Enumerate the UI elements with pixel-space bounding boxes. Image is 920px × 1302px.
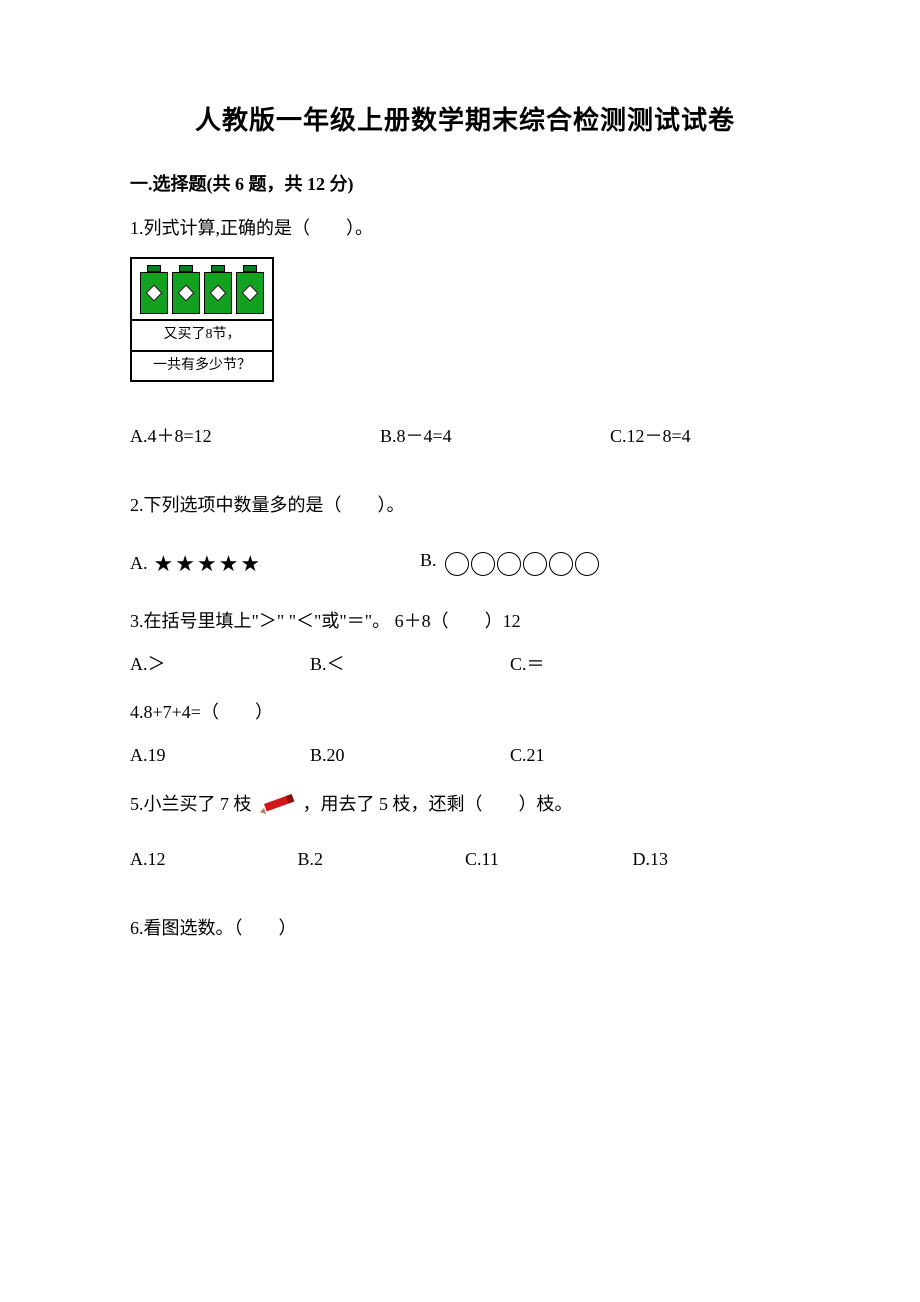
q4-options: A.19 B.20 C.21 <box>130 741 800 770</box>
q5-option-b: B.2 <box>298 845 466 874</box>
battery-icon <box>204 265 232 313</box>
circle-icon <box>523 552 547 576</box>
q2-option-a: A. ★★★★★ <box>130 546 420 581</box>
stars-icon: ★★★★★ <box>154 546 263 581</box>
q5-option-d: D.13 <box>633 845 801 874</box>
battery-row <box>132 259 272 321</box>
q4-option-c: C.21 <box>510 741 800 770</box>
q3-option-a: A.＞ <box>130 650 310 679</box>
circle-icon <box>497 552 521 576</box>
q5-option-c: C.11 <box>465 845 633 874</box>
circles-icon <box>445 552 599 576</box>
circle-icon <box>445 552 469 576</box>
q3-stem: 3.在括号里填上"＞" "＜"或"＝"。 6＋8（ ）12 <box>130 607 800 636</box>
circle-icon <box>575 552 599 576</box>
q5-stem-b: ，用去了 5 枝，还剩（ ）枝。 <box>303 794 573 814</box>
q1-options: A.4＋8=12 B.8－4=4 C.12－8=4 <box>130 422 800 451</box>
q1-figure: 又买了8节， 一共有多少节？ <box>130 257 274 382</box>
q5-options: A.12 B.2 C.11 D.13 <box>130 845 800 874</box>
q2-options: A. ★★★★★ B. <box>130 546 800 581</box>
q2-stem: 2.下列选项中数量多的是（ ）。 <box>130 491 800 520</box>
q4-option-b: B.20 <box>310 741 510 770</box>
q2-b-label: B. <box>420 546 437 575</box>
section-1-header: 一.选择题(共 6 题，共 12 分) <box>130 170 800 199</box>
exam-page: 人教版一年级上册数学期末综合检测测试试卷 一.选择题(共 6 题，共 12 分)… <box>0 0 920 1302</box>
circle-icon <box>549 552 573 576</box>
q6-stem: 6.看图选数。（ ） <box>130 914 800 943</box>
page-title: 人教版一年级上册数学期末综合检测测试试卷 <box>130 100 800 142</box>
q2-a-label: A. <box>130 549 148 578</box>
figure-caption-2: 一共有多少节？ <box>132 352 272 380</box>
circle-icon <box>471 552 495 576</box>
pencil-icon <box>256 794 298 816</box>
q4-option-a: A.19 <box>130 741 310 770</box>
battery-icon <box>140 265 168 313</box>
q3-option-b: B.＜ <box>310 650 510 679</box>
battery-icon <box>236 265 264 313</box>
q5-stem-a: 5.小兰买了 7 枝 <box>130 794 256 814</box>
q1-option-c: C.12－8=4 <box>610 422 800 451</box>
battery-icon <box>172 265 200 313</box>
q5-option-a: A.12 <box>130 845 298 874</box>
q5-stem: 5.小兰买了 7 枝 ，用去了 5 枝，还剩（ ）枝。 <box>130 790 800 819</box>
figure-caption-1: 又买了8节， <box>132 321 272 351</box>
q1-option-b: B.8－4=4 <box>380 422 610 451</box>
q1-option-a: A.4＋8=12 <box>130 422 380 451</box>
q3-option-c: C.＝ <box>510 650 800 679</box>
q1-stem: 1.列式计算,正确的是（ ）。 <box>130 214 800 243</box>
q2-option-b: B. <box>420 546 599 576</box>
q4-stem: 4.8+7+4=（ ） <box>130 698 800 727</box>
q3-options: A.＞ B.＜ C.＝ <box>130 650 800 679</box>
